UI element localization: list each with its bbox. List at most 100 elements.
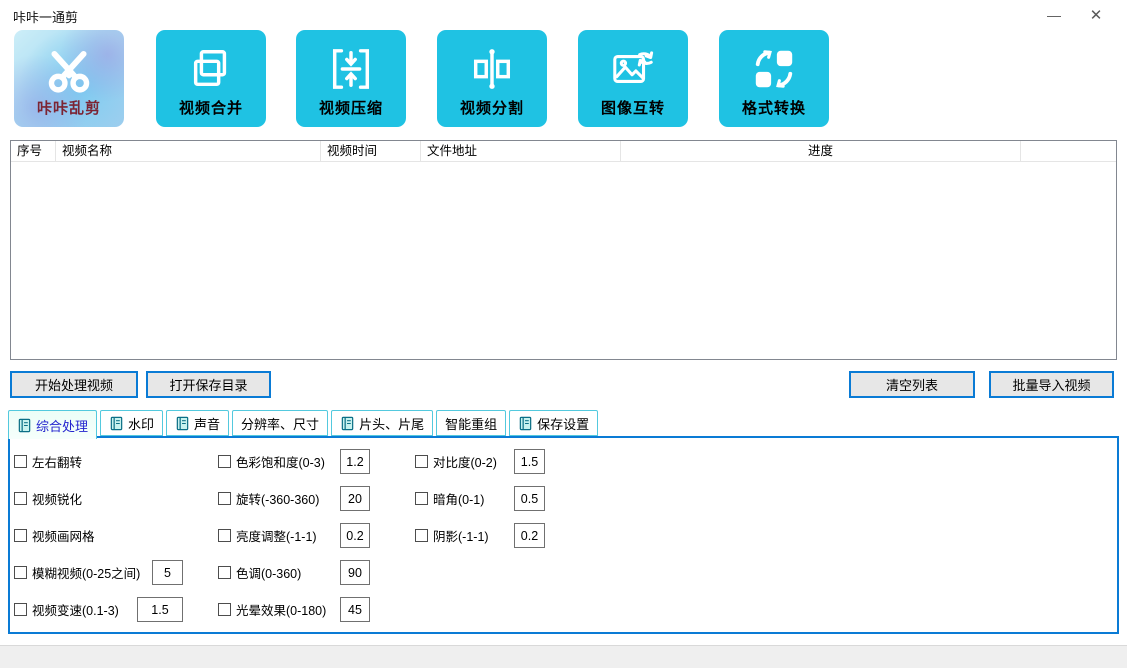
checkbox-blur[interactable]: 模糊视频(0-25之间) — [14, 564, 141, 581]
checkbox-box[interactable] — [415, 491, 428, 505]
checkbox-label: 阴影(-1-1) — [433, 529, 489, 544]
checkbox-flip-horizontal[interactable]: 左右翻转 — [14, 453, 83, 470]
rotate-input[interactable] — [340, 486, 370, 511]
saturation-input[interactable] — [340, 449, 370, 474]
checkbox-label: 视频画网格 — [32, 529, 95, 544]
toolbar-button-label: 图像互转 — [600, 100, 665, 117]
toolbar-button-label: 视频分割 — [459, 100, 524, 117]
toolbar-button-video-split[interactable]: 视频分割 — [437, 30, 547, 127]
tab-resolution-size[interactable]: 分辨率、尺寸 — [232, 410, 329, 436]
checkbox-box[interactable] — [218, 565, 231, 579]
checkbox-contrast[interactable]: 对比度(0-2) — [415, 453, 497, 470]
document-icon — [110, 416, 123, 430]
speed-input[interactable] — [137, 597, 183, 622]
document-icon — [519, 416, 532, 430]
document-icon — [341, 416, 354, 430]
toolbar-button-video-compress[interactable]: 视频压缩 — [296, 30, 406, 127]
checkbox-hue[interactable]: 色调(0-360) — [218, 564, 302, 581]
tab-label: 分辨率、尺寸 — [241, 416, 320, 432]
checkbox-box[interactable] — [14, 528, 27, 542]
toolbar-button-label: 视频合并 — [178, 100, 243, 117]
scissors-icon — [42, 46, 96, 105]
settings-tab-bar: 综合处理 水印 声音 分辨率、尺寸 片头、片尾 智能重组 保存设置 — [8, 410, 599, 439]
checkbox-label: 旋转(-360-360) — [236, 492, 320, 507]
close-button[interactable]: ✕ — [1079, 0, 1113, 30]
checkbox-box[interactable] — [218, 602, 231, 616]
tab-label: 水印 — [128, 416, 155, 432]
tab-smart-recombine[interactable]: 智能重组 — [436, 410, 507, 436]
checkbox-box[interactable] — [218, 528, 231, 542]
format-convert-icon — [751, 46, 797, 97]
tab-audio[interactable]: 声音 — [166, 410, 230, 436]
open-save-dir-button[interactable]: 打开保存目录 — [146, 371, 271, 398]
vignette-input[interactable] — [514, 486, 545, 511]
halo-input[interactable] — [340, 597, 370, 622]
checkbox-box[interactable] — [14, 454, 27, 468]
shadow-input[interactable] — [514, 523, 545, 548]
checkbox-box[interactable] — [14, 565, 27, 579]
checkbox-box[interactable] — [218, 491, 231, 505]
column-header-name[interactable]: 视频名称 — [56, 140, 321, 162]
window-title: 咔咔一通剪 — [13, 10, 79, 25]
tab-watermark[interactable]: 水印 — [100, 410, 164, 436]
column-header-duration[interactable]: 视频时间 — [321, 140, 421, 162]
tab-label: 智能重组 — [445, 416, 498, 432]
checkbox-halo[interactable]: 光晕效果(0-180) — [218, 601, 327, 618]
minimize-button[interactable]: — — [1037, 0, 1071, 30]
hue-input[interactable] — [340, 560, 370, 585]
brightness-input[interactable] — [340, 523, 370, 548]
checkbox-label: 色调(0-360) — [236, 566, 302, 581]
checkbox-label: 光晕效果(0-180) — [236, 603, 327, 618]
column-header-index[interactable]: 序号 — [11, 140, 56, 162]
status-bar — [0, 645, 1127, 668]
tab-label: 片头、片尾 — [359, 416, 425, 432]
image-convert-icon — [610, 46, 656, 97]
checkbox-label: 视频变速(0.1-3) — [32, 603, 119, 618]
checkbox-label: 视频锐化 — [32, 492, 83, 507]
batch-import-button[interactable]: 批量导入视频 — [989, 371, 1114, 398]
column-header-empty — [1021, 141, 1116, 162]
checkbox-draw-grid[interactable]: 视频画网格 — [14, 527, 95, 544]
checkbox-label: 模糊视频(0-25之间) — [32, 566, 141, 581]
checkbox-speed[interactable]: 视频变速(0.1-3) — [14, 601, 119, 618]
tab-intro-outro[interactable]: 片头、片尾 — [331, 410, 434, 436]
checkbox-label: 暗角(0-1) — [433, 492, 485, 507]
tab-label: 保存设置 — [537, 416, 590, 432]
checkbox-label: 亮度调整(-1-1) — [236, 529, 317, 544]
column-header-progress[interactable]: 进度 — [621, 140, 1021, 162]
tab-save-settings[interactable]: 保存设置 — [509, 410, 599, 436]
blur-input[interactable] — [152, 560, 183, 585]
checkbox-vignette[interactable]: 暗角(0-1) — [415, 490, 485, 507]
start-processing-button[interactable]: 开始处理视频 — [10, 371, 138, 398]
tab-label: 声音 — [194, 416, 221, 432]
tab-general-processing[interactable]: 综合处理 — [8, 410, 98, 439]
merge-icon — [188, 46, 234, 97]
tab-label: 综合处理 — [36, 418, 89, 434]
table-header-row: 序号 视频名称 视频时间 文件地址 进度 — [11, 140, 1116, 162]
document-icon — [176, 416, 189, 430]
checkbox-label: 色彩饱和度(0-3) — [236, 455, 325, 470]
toolbar-button-format-convert[interactable]: 格式转换 — [719, 30, 829, 127]
clear-list-button[interactable]: 清空列表 — [849, 371, 975, 398]
contrast-input[interactable] — [514, 449, 545, 474]
checkbox-box[interactable] — [14, 602, 27, 616]
table-body-empty[interactable] — [11, 162, 1116, 359]
checkbox-box[interactable] — [14, 491, 27, 505]
checkbox-label: 左右翻转 — [32, 455, 83, 470]
checkbox-rotate[interactable]: 旋转(-360-360) — [218, 490, 320, 507]
checkbox-shadow[interactable]: 阴影(-1-1) — [415, 527, 489, 544]
checkbox-box[interactable] — [415, 528, 428, 542]
toolbar-button-image-convert[interactable]: 图像互转 — [578, 30, 688, 127]
column-header-path[interactable]: 文件地址 — [421, 140, 621, 162]
toolbar-button-kaka-cut[interactable]: 咔咔乱剪 — [14, 30, 124, 127]
checkbox-box[interactable] — [415, 454, 428, 468]
checkbox-label: 对比度(0-2) — [433, 455, 497, 470]
toolbar-button-label: 视频压缩 — [318, 100, 383, 117]
checkbox-brightness[interactable]: 亮度调整(-1-1) — [218, 527, 317, 544]
titlebar: 咔咔一通剪 — ✕ — [0, 0, 1127, 30]
checkbox-saturation[interactable]: 色彩饱和度(0-3) — [218, 453, 325, 470]
checkbox-sharpen[interactable]: 视频锐化 — [14, 490, 83, 507]
toolbar-button-video-merge[interactable]: 视频合并 — [156, 30, 266, 127]
checkbox-box[interactable] — [218, 454, 231, 468]
split-icon — [469, 46, 515, 97]
